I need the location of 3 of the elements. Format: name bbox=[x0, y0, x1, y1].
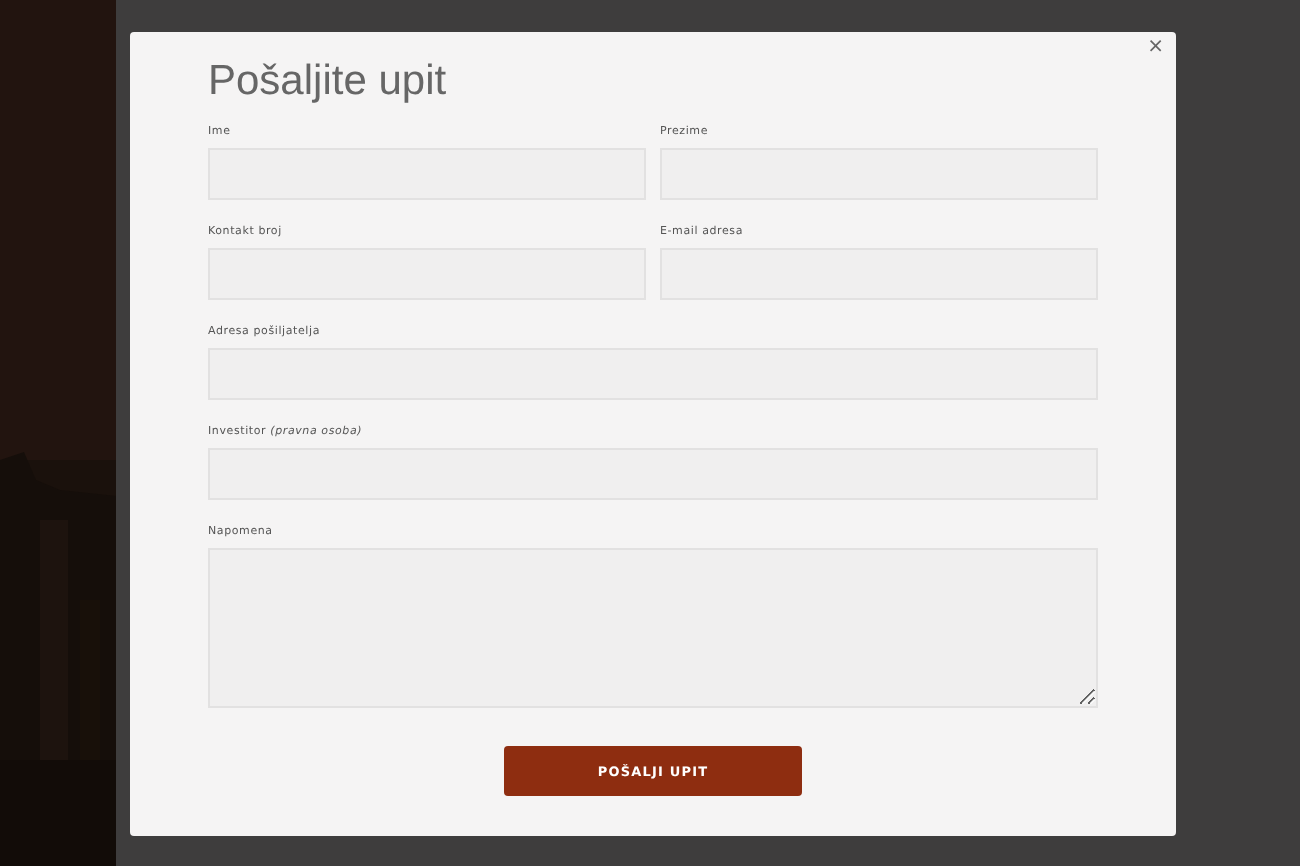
text-area[interactable] bbox=[208, 548, 1098, 708]
close-button[interactable]: × bbox=[1143, 38, 1168, 58]
dialog-title: Pošaljite upit bbox=[208, 56, 449, 108]
